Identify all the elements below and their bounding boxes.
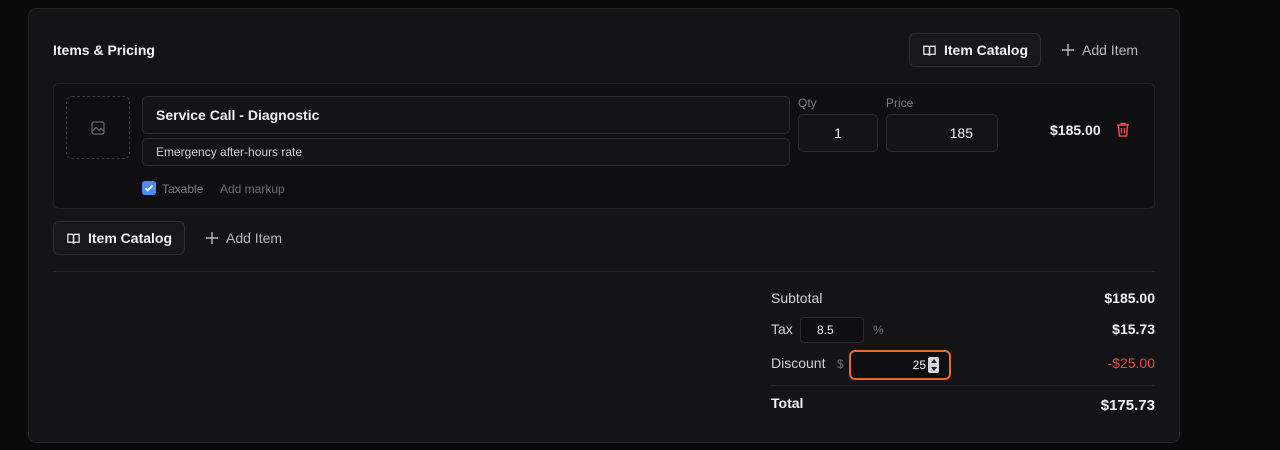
- tax-label: Tax: [771, 321, 793, 337]
- add-item-button-bottom[interactable]: Add Item: [197, 221, 290, 255]
- item-catalog-button-bottom[interactable]: Item Catalog: [53, 221, 185, 255]
- taxable-checkbox[interactable]: [142, 181, 156, 195]
- item-catalog-label: Item Catalog: [88, 230, 173, 246]
- discount-input-value: 25: [912, 358, 926, 372]
- price-input[interactable]: 185: [886, 114, 998, 152]
- line-item-card: Service Call - Diagnostic Emergency afte…: [53, 83, 1155, 209]
- price-label: Price: [886, 96, 914, 110]
- item-catalog-button[interactable]: Item Catalog: [909, 33, 1041, 67]
- discount-label: Discount: [771, 355, 826, 371]
- book-icon: [66, 231, 81, 246]
- plus-icon: [205, 231, 219, 245]
- add-item-label: Add Item: [226, 230, 283, 246]
- item-image-upload[interactable]: [66, 96, 130, 159]
- tax-percent-unit: %: [873, 323, 884, 337]
- line-total: $185.00: [1050, 122, 1101, 138]
- delete-item-button[interactable]: [1115, 121, 1131, 143]
- section-divider: [53, 271, 1155, 272]
- add-item-button[interactable]: Add Item: [1053, 33, 1146, 67]
- items-pricing-panel: Items & Pricing Item Catalog Add Item Se…: [28, 8, 1180, 443]
- image-icon: [91, 120, 105, 135]
- item-name-input[interactable]: Service Call - Diagnostic: [142, 96, 790, 134]
- total-divider: [771, 385, 1155, 386]
- total-label: Total: [771, 395, 804, 411]
- discount-dollar-unit: $: [837, 357, 844, 371]
- tax-rate-input[interactable]: 8.5: [800, 317, 864, 343]
- add-markup-link[interactable]: Add markup: [220, 182, 285, 196]
- add-item-label: Add Item: [1082, 42, 1139, 58]
- qty-label: Qty: [798, 96, 817, 110]
- tax-amount: $15.73: [1112, 321, 1155, 337]
- item-description-input[interactable]: Emergency after-hours rate: [142, 138, 790, 166]
- qty-input[interactable]: 1: [798, 114, 878, 152]
- book-icon: [922, 43, 937, 58]
- discount-amount: -$25.00: [1107, 355, 1155, 371]
- taxable-label: Taxable: [162, 182, 204, 196]
- discount-input[interactable]: 25: [849, 350, 951, 380]
- plus-icon: [1061, 43, 1075, 57]
- subtotal-label: Subtotal: [771, 290, 823, 306]
- item-catalog-label: Item Catalog: [944, 42, 1029, 58]
- subtotal-value: $185.00: [1104, 290, 1155, 306]
- section-title: Items & Pricing: [53, 42, 155, 58]
- discount-stepper[interactable]: [928, 357, 939, 373]
- total-value: $175.73: [1100, 397, 1155, 414]
- trash-icon: [1115, 121, 1131, 138]
